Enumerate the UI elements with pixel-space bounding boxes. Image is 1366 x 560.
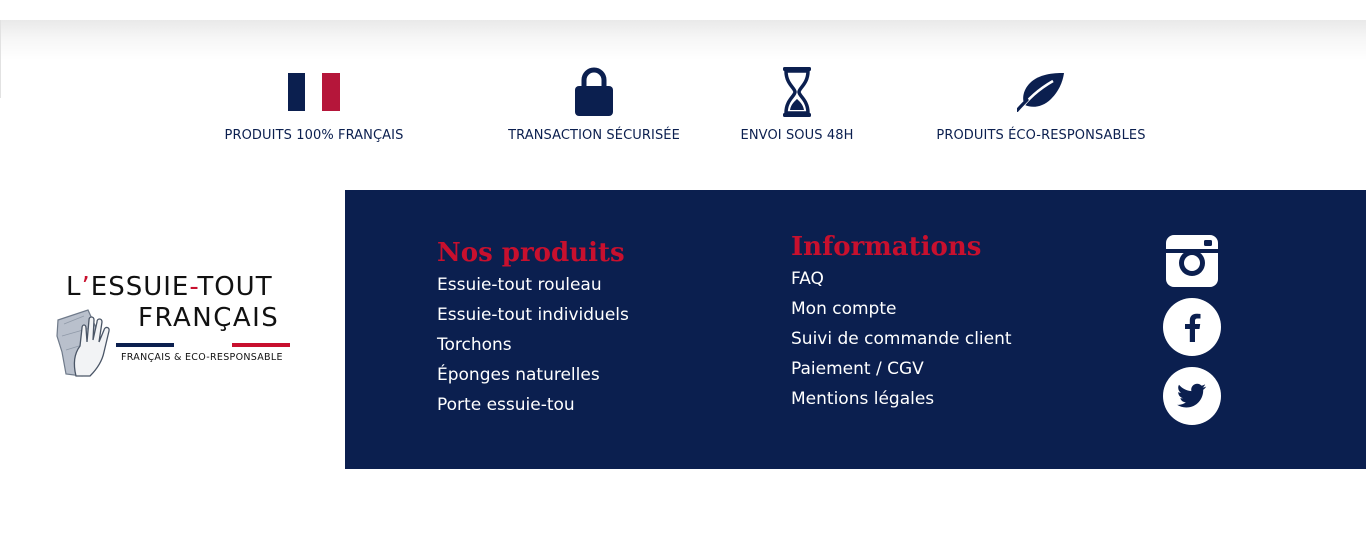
footer-link-essuie-tout-individuels[interactable]: Essuie-tout individuels	[437, 300, 629, 330]
facebook-icon	[1185, 313, 1201, 342]
footer-link-mon-compte[interactable]: Mon compte	[791, 294, 1012, 324]
hourglass-icon	[734, 64, 860, 120]
hand-cloth-icon	[54, 302, 132, 382]
french-flag-icon	[220, 64, 408, 120]
left-edge-line	[0, 20, 1, 98]
leaf-icon	[932, 64, 1150, 120]
logo-text-line2: FRANÇAIS	[138, 303, 280, 333]
footer-link-mentions-legales[interactable]: Mentions légales	[791, 384, 1012, 414]
products-link-list: Essuie-tout rouleau Essuie-tout individu…	[437, 270, 629, 420]
logo-word-essuie: ESSUIE	[90, 272, 190, 302]
footer-panel: Nos produits Essuie-tout rouleau Essuie-…	[345, 190, 1366, 469]
feature-label: ENVOI SOUS 48H	[740, 128, 854, 143]
footer-link-suivi-commande[interactable]: Suivi de commande client	[791, 324, 1012, 354]
feature-eco-responsible: PRODUITS ÉCO-RESPONSABLES	[932, 64, 1150, 143]
footer-link-essuie-tout-rouleau[interactable]: Essuie-tout rouleau	[437, 270, 629, 300]
feature-label: PRODUITS ÉCO-RESPONSABLES	[936, 128, 1146, 143]
feature-label: TRANSACTION SÉCURISÉE	[508, 128, 680, 143]
logo-word-tout: TOUT	[197, 272, 273, 302]
feature-french-products: PRODUITS 100% FRANÇAIS	[220, 64, 408, 143]
footer-link-faq[interactable]: FAQ	[791, 264, 1012, 294]
instagram-icon	[1166, 235, 1218, 287]
facebook-link[interactable]	[1163, 298, 1221, 356]
footer-link-torchons[interactable]: Torchons	[437, 330, 629, 360]
twitter-link[interactable]	[1163, 367, 1221, 425]
products-column: Nos produits Essuie-tout rouleau Essuie-…	[437, 238, 629, 420]
feature-shipping-48h: ENVOI SOUS 48H	[734, 64, 860, 143]
logo-tagline: FRANÇAIS & ECO-RESPONSABLE	[121, 352, 283, 363]
logo-text-line1: L’ESSUIE-TOUT	[66, 272, 273, 302]
info-heading: Informations	[791, 232, 982, 262]
logo-letter-l: L	[66, 272, 82, 302]
footer-link-paiement-cgv[interactable]: Paiement / CGV	[791, 354, 1012, 384]
top-shadow-band	[0, 20, 1366, 60]
feature-secure-transaction: TRANSACTION SÉCURISÉE	[504, 64, 684, 143]
products-heading: Nos produits	[437, 238, 625, 268]
info-link-list: FAQ Mon compte Suivi de commande client …	[791, 264, 1012, 414]
instagram-link[interactable]	[1166, 235, 1218, 291]
footer-link-porte-essuie-tout[interactable]: Porte essuie-tou	[437, 390, 629, 420]
info-column: Informations FAQ Mon compte Suivi de com…	[791, 232, 1012, 414]
feature-label: PRODUITS 100% FRANÇAIS	[224, 128, 404, 143]
padlock-icon	[504, 64, 684, 120]
logo-apostrophe: ’	[81, 272, 91, 302]
brand-logo[interactable]: L’ESSUIE-TOUT FRANÇAIS FRANÇAIS & ECO-RE…	[52, 272, 302, 382]
twitter-icon	[1177, 383, 1207, 408]
logo-tricolor-bar	[116, 343, 290, 347]
footer-link-eponges-naturelles[interactable]: Éponges naturelles	[437, 360, 629, 390]
